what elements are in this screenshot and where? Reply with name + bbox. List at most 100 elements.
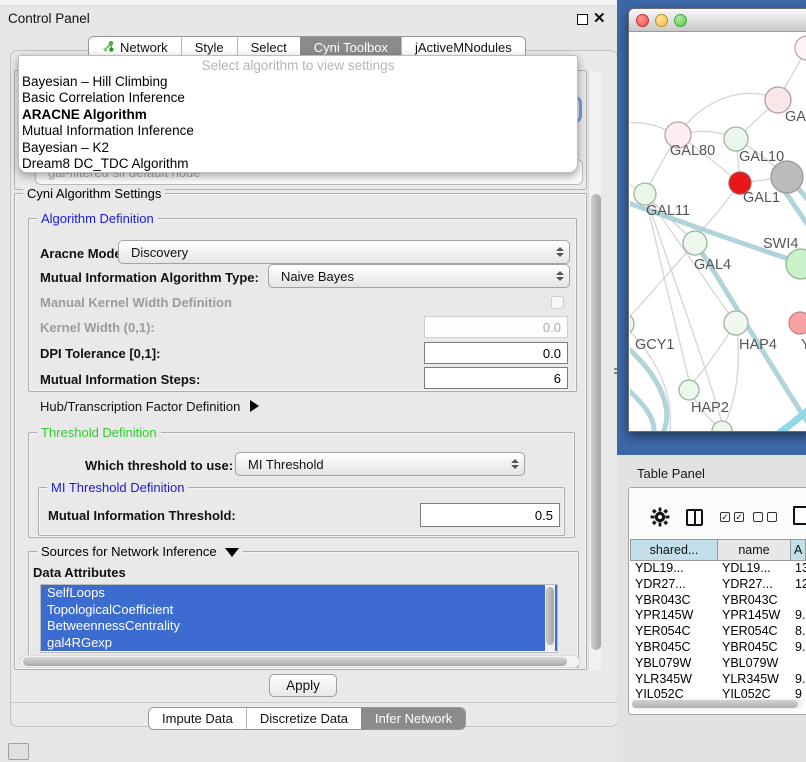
which-threshold-combo[interactable]: MI Threshold [235,452,525,476]
network-node-hap2[interactable] [679,380,699,400]
network-node-gal11[interactable] [634,183,656,205]
dropdown-item-bayesian-hill-climbing[interactable]: Bayesian – Hill Climbing [19,74,577,90]
attribute-item-selfloops[interactable]: SelfLoops [41,585,557,602]
table-row[interactable]: YER054CYER054C8. [630,624,806,640]
app-root: Control Panel ✕ gal-filtered sif default… [0,0,806,762]
column-header-a[interactable]: A [791,539,806,561]
column-header-shared[interactable]: shared... [630,539,718,561]
table-row[interactable]: YDR27...YDR27...12 [630,577,806,593]
close-window-icon[interactable] [636,14,649,27]
table-cell [791,593,806,609]
network-node[interactable] [795,36,806,60]
dropdown-item-mutual-information-inference[interactable]: Mutual Information Inference [19,123,577,139]
network-view-window[interactable]: GALGAL80GAL10GAL1GAL11SWI4GAL4GCY1HAP4YH… [628,8,806,432]
apply-button[interactable]: Apply [269,674,337,697]
table-cell: 9. [791,640,806,656]
kernel-width-field[interactable]: 0.0 [424,316,568,338]
attribute-item-topologicalcoefficient[interactable]: TopologicalCoefficient [41,602,557,619]
minimize-window-icon[interactable] [655,14,668,27]
tab-infer-network[interactable]: Infer Network [361,708,465,729]
dpi-tolerance-label: DPI Tolerance [0,1]: [40,346,160,361]
float-window-icon[interactable] [577,14,588,25]
node-label-hap2: HAP2 [691,400,729,416]
column-header-name[interactable]: name [718,539,791,561]
tab-discretize-data[interactable]: Discretize Data [246,708,361,729]
network-canvas[interactable]: GALGAL80GAL10GAL1GAL11SWI4GAL4GCY1HAP4YH… [630,33,806,432]
select-all-columns-icon[interactable]: ✓ ✓ [720,512,744,522]
settings-vertical-scrollbar[interactable] [588,72,601,670]
network-node[interactable] [771,161,803,193]
aracne-mode-value: Discovery [119,245,551,260]
export-table-icon[interactable] [793,506,806,525]
sources-group-title: Sources for Network Inference [41,544,217,559]
table-row[interactable]: YLR345WYLR345W9. [630,672,806,688]
minimized-panel-icon[interactable] [8,743,29,760]
mi-threshold-label: Mutual Information Threshold: [48,508,236,523]
data-attributes-list[interactable]: SelfLoopsTopologicalCoefficientBetweenne… [40,584,558,653]
table-row[interactable]: YBR043CYBR043C [630,593,806,609]
sources-group-toggle[interactable]: Sources for Network Inference [37,544,243,559]
table-row[interactable]: YBR045CYBR045C9. [630,640,806,656]
dropdown-placeholder: Select algorithm to view settings [19,57,577,74]
settings-horizontal-scrollbar[interactable] [20,655,580,668]
node-label-gal11: GAL11 [646,203,690,219]
table-header: shared...nameA [630,539,806,561]
close-panel-icon[interactable]: ✕ [593,9,606,27]
table-cell: YBL079W [630,656,718,672]
data-attributes-label: Data Attributes [33,565,126,580]
tab-label: Impute Data [162,711,233,726]
mi-threshold-field[interactable]: 0.5 [420,503,560,527]
attribute-item-gal4rgexp[interactable]: gal4RGexp [41,635,557,652]
network-node[interactable] [712,421,732,432]
table-cell: 13 [791,561,806,577]
node-label-gcy1: GCY1 [635,337,675,353]
zoom-window-icon[interactable] [674,14,687,27]
mi-steps-field[interactable]: 6 [424,367,568,389]
network-node-hap4[interactable] [724,311,748,335]
network-node-gal10[interactable] [724,127,748,151]
table-row[interactable]: YDL19...YDL19...13 [630,561,806,577]
unselect-all-columns-icon[interactable] [753,512,777,522]
combo-arrows-icon [551,271,569,281]
table-row[interactable]: YBL079WYBL079W [630,656,806,672]
table-cell: YPR145W [718,608,791,624]
show-columns-icon[interactable] [686,509,703,526]
network-window-titlebar[interactable] [629,9,806,32]
hub-definition-toggle[interactable]: Hub/Transcription Factor Definition [40,399,259,414]
table-cell: 9. [791,672,806,688]
manual-kernel-checkbox[interactable] [551,296,564,309]
network-node-gcy1[interactable] [630,313,634,335]
table-settings-gear-icon[interactable] [650,507,670,532]
scrollbar-thumb[interactable] [591,194,601,650]
attributes-scrollbar[interactable] [545,585,555,651]
checked-box-icon: ✓ [720,512,730,522]
scrollbar-thumb[interactable] [632,700,798,708]
dropdown-item-aracne-algorithm[interactable]: ARACNE Algorithm [19,107,577,123]
attribute-item-betweennesscentrality[interactable]: BetweennessCentrality [41,618,557,635]
table-row[interactable]: YPR145WYPR145W9. [630,608,806,624]
table-cell: YDL19... [630,561,718,577]
table-cell: 12 [791,577,806,593]
tab-label: Style [195,40,224,55]
table-row[interactable]: YIL052CYIL052C9 [630,687,806,698]
aracne-mode-combo[interactable]: Discovery [118,240,570,264]
dpi-tolerance-field[interactable]: 0.0 [424,342,568,364]
network-node-swi4[interactable] [786,249,806,279]
network-node-gal4[interactable] [683,231,707,255]
table-cell: YBR043C [630,593,718,609]
expanded-arrow-icon [225,548,239,557]
tab-impute-data[interactable]: Impute Data [149,708,246,729]
tab-label: Select [251,40,287,55]
mi-type-combo[interactable]: Naive Bayes [268,264,570,288]
unchecked-box-icon [753,512,763,522]
dropdown-item-basic-correlation-inference[interactable]: Basic Correlation Inference [19,90,577,106]
table-horizontal-scrollbar[interactable] [631,699,803,709]
scrollbar-thumb[interactable] [546,587,554,645]
table-cell: YDR27... [718,577,791,593]
dropdown-item-dream8-dc-tdc-algorithm[interactable]: Dream8 DC_TDC Algorithm [19,156,577,172]
network-node-y[interactable] [789,312,806,334]
combo-arrows-icon [506,459,524,469]
scrollbar-thumb[interactable] [23,657,567,666]
dropdown-item-bayesian-k2[interactable]: Bayesian – K2 [19,140,577,156]
cyni-mode-tabs: Impute Data Discretize DataInfer Network [148,707,466,730]
